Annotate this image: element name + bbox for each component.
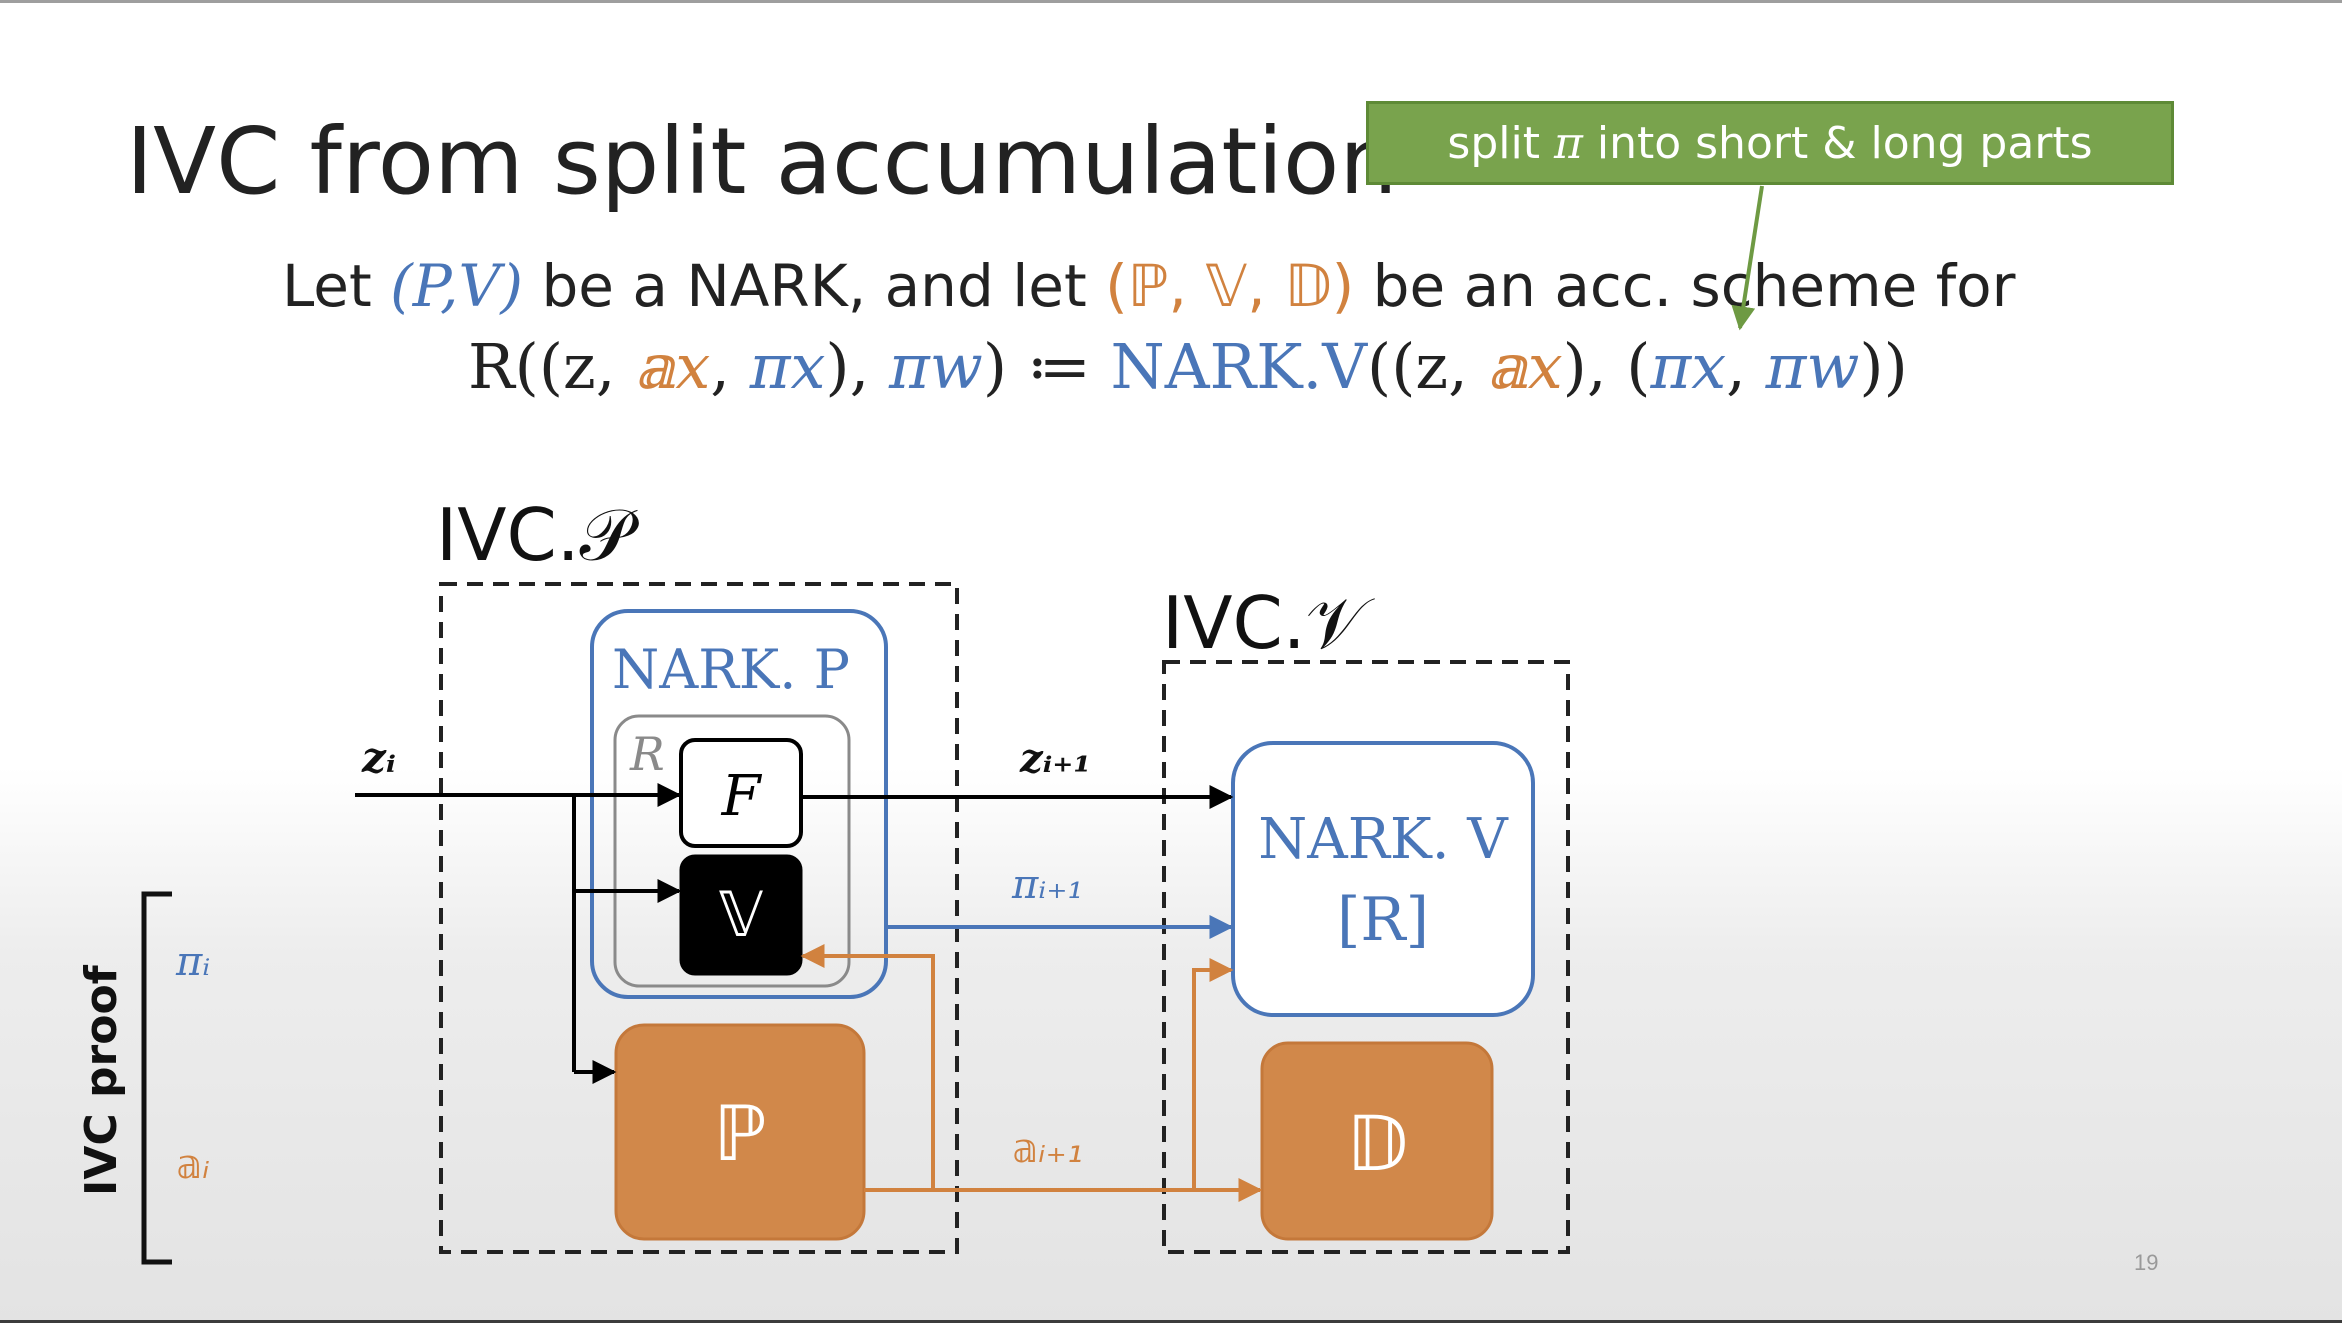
slide: IVC from split accumulation split π into… (0, 0, 2342, 1323)
r-label: R (629, 727, 665, 781)
nark-v-box (1231, 741, 1535, 1017)
ivc-p-label: IVC.𝒫 (436, 493, 640, 577)
nark-p-label: NARK. P (612, 638, 850, 701)
acc-next-label: 𝕒ᵢ₊₁ (1012, 1126, 1083, 1172)
z-i-label: zᵢ (361, 733, 396, 782)
ivc-diagram: IVC.𝒫 IVC.𝒱 NARK. P R F 𝕍 ℙ NARK. V [R] … (76, 185, 1764, 1265)
proof-bracket (141, 891, 172, 1265)
nark-v-label: NARK. V (1258, 807, 1509, 872)
callout-pointer (1731, 185, 1764, 331)
pi-next-label: πᵢ₊₁ (1011, 862, 1083, 908)
acc-i-label: 𝕒ᵢ (176, 1142, 210, 1188)
f-label: F (721, 764, 763, 829)
acc-prover-label: ℙ (713, 1089, 766, 1178)
decider-label: 𝔻 (1346, 1099, 1408, 1188)
page-number: 19 (2134, 1250, 2159, 1275)
z-next-label: zᵢ₊₁ (1019, 735, 1091, 782)
proof-label: IVC proof (76, 964, 127, 1196)
pi-i-label: πᵢ (175, 939, 210, 985)
acc-verifier-label: 𝕍 (719, 878, 764, 951)
nark-v-sub: [R] (1337, 885, 1429, 955)
ivc-v-label: IVC.𝒱 (1162, 581, 1376, 665)
acc-to-nark-v-arrow (1192, 958, 1234, 1190)
